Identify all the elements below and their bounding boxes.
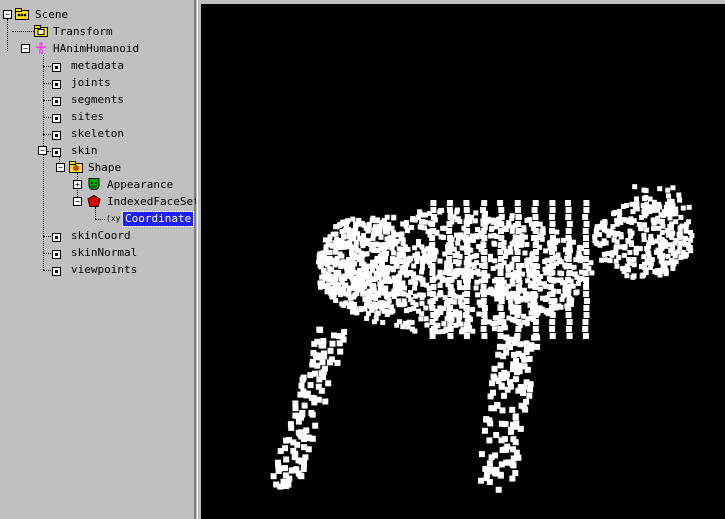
scene-collapse-toggle[interactable]: − [3,10,12,19]
tree-connector [43,236,51,237]
coordinate-icon: (xyz) [106,214,120,223]
3d-viewport[interactable] [201,4,725,519]
tree-connector [43,55,44,270]
tree-connector [95,207,96,219]
tree-node-hanimhumanoid[interactable]: HAnimHumanoid [51,42,141,56]
tree-node-transform[interactable]: Transform [51,25,115,39]
field-icon [52,97,61,106]
skin-collapse-toggle[interactable]: − [38,146,47,155]
field-icon [52,267,61,276]
scene-graph-tree: − Scene Transform − HAnimHumanoid metada… [0,0,196,519]
tree-node-skeleton[interactable]: skeleton [69,127,126,141]
tree-node-skinnormal[interactable]: skinNormal [69,246,139,260]
tree-node-appearance[interactable]: Appearance [105,178,175,192]
tree-node-coordinate[interactable]: Coordinate [121,211,195,227]
tree-connector [43,66,51,67]
hanim-collapse-toggle[interactable]: − [21,44,30,53]
tree-node-viewpoints[interactable]: viewpoints [69,263,139,277]
field-icon [52,80,61,89]
shape-icon [69,161,83,173]
tree-node-indexedfaceset[interactable]: IndexedFaceSet [105,195,196,209]
tree-node-sites[interactable]: sites [69,110,106,124]
shape-collapse-toggle[interactable]: − [56,163,65,172]
tree-connector [43,83,51,84]
tree-connector [47,151,51,152]
tree-connector [43,253,51,254]
appearance-expand-toggle[interactable]: + [73,180,82,189]
tree-connector [12,31,34,32]
tree-node-shape[interactable]: Shape [86,161,123,175]
tree-connector [95,219,105,220]
scene-icon [15,8,29,20]
tree-node-metadata[interactable]: metadata [69,59,126,73]
field-icon [52,148,61,157]
field-icon [52,114,61,123]
indexedfaceset-icon [87,195,101,207]
tree-connector [43,100,51,101]
field-icon [52,131,61,140]
tree-connector [43,117,51,118]
transform-icon [34,25,48,37]
field-icon [52,250,61,259]
tree-connector [43,270,51,271]
tree-node-joints[interactable]: joints [69,76,113,90]
tree-node-segments[interactable]: segments [69,93,126,107]
tree-node-skincoord[interactable]: skinCoord [69,229,133,243]
tree-node-scene[interactable]: Scene [33,8,70,22]
field-icon [52,233,61,242]
tree-node-skin[interactable]: skin [69,144,100,158]
tree-panel-border [194,0,196,519]
tree-connector [43,134,51,135]
humanoid-icon [36,42,46,54]
tree-connector [7,19,8,51]
indexedfaceset-collapse-toggle[interactable]: − [73,197,82,206]
point-cloud-model [270,184,695,493]
svg-text:(xyz): (xyz) [106,214,120,223]
field-icon [52,63,61,72]
appearance-icon [88,178,100,190]
